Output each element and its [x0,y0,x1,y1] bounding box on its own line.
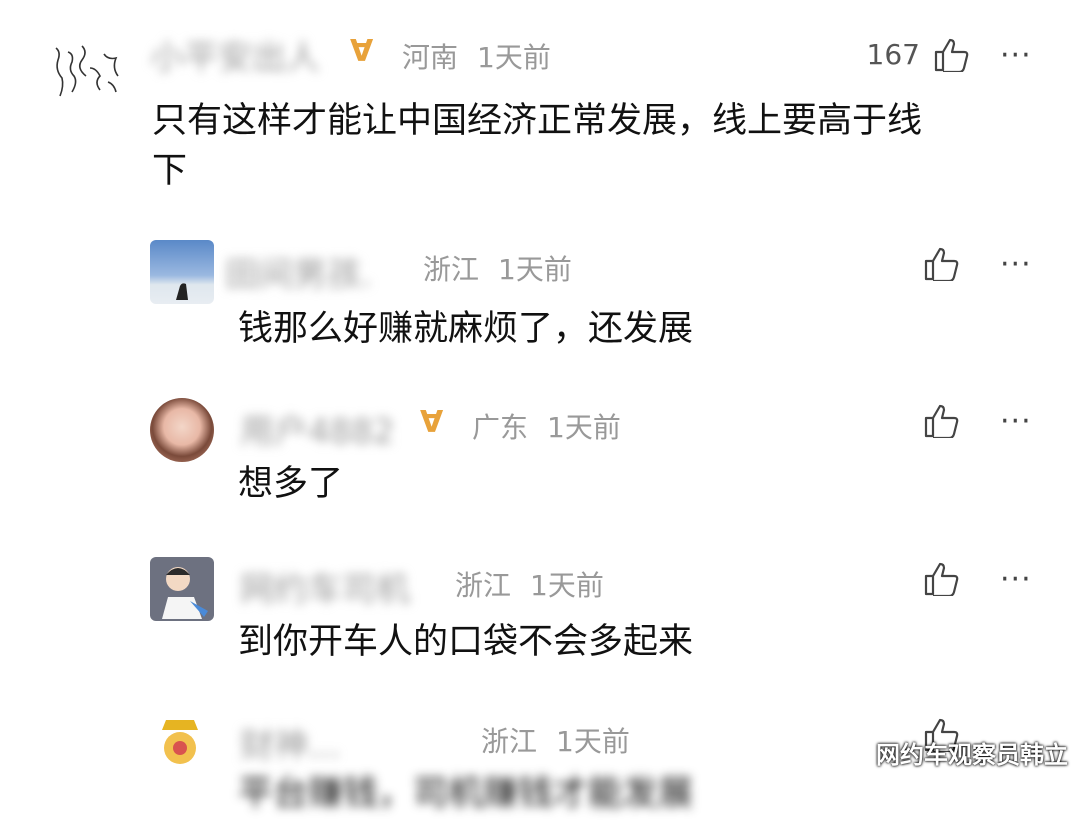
avatar[interactable] [150,712,214,776]
location: 浙江 [481,725,538,758]
timestamp: 1天前 [498,253,572,286]
more-dots-icon[interactable]: ··· [1000,38,1032,73]
username[interactable]: 小平安出人 [150,30,320,79]
vip-badge-icon: ∀ [350,34,374,69]
location: 河南 [402,41,459,74]
thumbs-up-icon[interactable] [924,562,960,596]
username[interactable]: 田间男孩. [225,247,372,296]
timestamp: 1天前 [530,569,604,602]
timestamp: 1天前 [477,41,551,74]
username[interactable]: 网约车司机 [240,562,410,611]
comment-text: 只有这样才能让中国经济正常发展，线上要高于线 [152,101,923,141]
avatar[interactable] [150,240,214,304]
location: 浙江 [455,569,512,602]
more-dots-icon[interactable]: ··· [1000,247,1032,282]
timestamp: 1天前 [556,725,630,758]
comment-text: 钱那么好赚就麻烦了，还发展 [238,309,694,349]
more-dots-icon[interactable]: ··· [1000,404,1032,439]
comment-text-line2: 下 [152,151,188,191]
comment-text: 想多了 [238,464,344,504]
thumbs-up-icon[interactable] [934,38,970,72]
vip-badge-icon: ∀ [420,405,444,440]
comment-text: 平台赚钱，司机赚钱才能发展 [238,774,694,814]
location: 浙江 [423,253,480,286]
timestamp: 1天前 [547,411,621,444]
more-dots-icon[interactable]: ··· [1000,562,1032,597]
thumbs-up-icon[interactable] [924,404,960,438]
avatar[interactable] [150,398,214,462]
username[interactable]: 财神... [240,718,340,767]
watermark: 网约车观察员韩立 [876,741,1068,769]
username[interactable]: 用户4882 [240,404,395,453]
location: 广东 [472,411,529,444]
avatar[interactable] [46,38,126,106]
comment-text: 到你开车人的口袋不会多起来 [238,622,694,662]
like-count: 167 [866,38,920,71]
avatar[interactable] [150,557,214,621]
thumbs-up-icon[interactable] [924,247,960,281]
